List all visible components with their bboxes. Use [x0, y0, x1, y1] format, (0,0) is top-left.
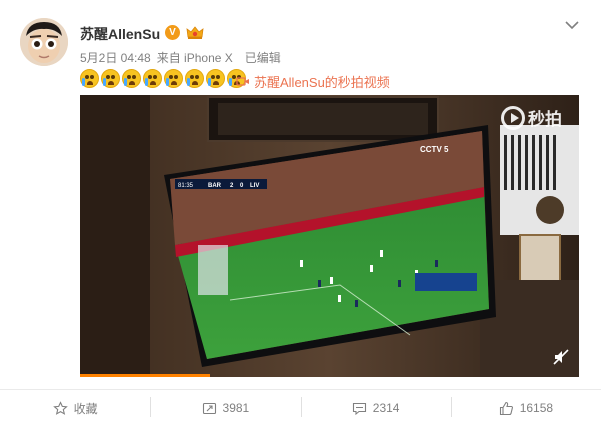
tv-channel-logo: CCTV 5: [420, 145, 449, 154]
action-bar: 收藏 3981 2314 16158: [0, 390, 601, 426]
video-frame: 81:35 BAR 2 0 LIV CCTV 5: [80, 95, 579, 377]
comment-count: 2314: [372, 401, 400, 415]
verified-badge-icon: V: [165, 25, 180, 40]
avatar[interactable]: [20, 18, 68, 66]
favorite-label: 收藏: [73, 401, 98, 416]
comment-icon: [352, 402, 366, 415]
video-progress-bar[interactable]: [80, 374, 210, 377]
repost-icon: [202, 402, 216, 414]
post-source: 来自 iPhone X: [156, 51, 233, 65]
play-icon: [501, 105, 525, 130]
video-player[interactable]: 81:35 BAR 2 0 LIV CCTV 5 秒拍: [80, 95, 579, 377]
miaopai-logo-text: 秒拍: [528, 110, 562, 129]
scoreboard-home-team: BAR: [208, 183, 222, 189]
video-camera-icon: [236, 77, 249, 86]
crown-icon[interactable]: [186, 25, 204, 40]
crying-face-icon: [143, 69, 162, 88]
crying-face-icon: [80, 69, 99, 88]
crying-face-icon: [185, 69, 204, 88]
thumbs-up-icon: [499, 401, 513, 415]
repost-button[interactable]: 3981: [150, 390, 300, 426]
chevron-down-icon[interactable]: [563, 18, 581, 32]
username[interactable]: 苏醒AllenSu: [80, 24, 160, 44]
favorite-button[interactable]: 收藏: [0, 390, 150, 426]
weibo-post-card: 苏醒AllenSu V 5月2日 04:48 来自 iPhone X 已编辑 苏醒A…: [0, 0, 601, 426]
crying-face-icon: [206, 69, 225, 88]
post-date[interactable]: 5月2日 04:48: [80, 51, 151, 65]
crying-face-icon: [101, 69, 120, 88]
comment-button[interactable]: 2314: [300, 390, 451, 426]
like-button[interactable]: 16158: [450, 390, 601, 426]
post-meta: 5月2日 04:48 来自 iPhone X 已编辑: [80, 49, 287, 66]
edited-label[interactable]: 已编辑: [245, 51, 281, 65]
scoreboard-away-team: LIV: [250, 183, 259, 189]
crying-face-icon: [122, 69, 141, 88]
post-text-emojis: [80, 69, 246, 89]
repost-count: 3981: [222, 401, 250, 415]
miaopai-logo: 秒拍: [501, 105, 562, 130]
mute-icon[interactable]: [552, 348, 570, 366]
video-link[interactable]: 苏醒AllenSu的秒拍视频: [236, 72, 390, 91]
video-link-text: 苏醒AllenSu的秒拍视频: [254, 75, 390, 90]
star-icon: [52, 400, 68, 415]
crying-face-icon: [164, 69, 183, 88]
like-count: 16158: [519, 401, 554, 415]
scoreboard-clock: 81:35: [178, 183, 194, 189]
